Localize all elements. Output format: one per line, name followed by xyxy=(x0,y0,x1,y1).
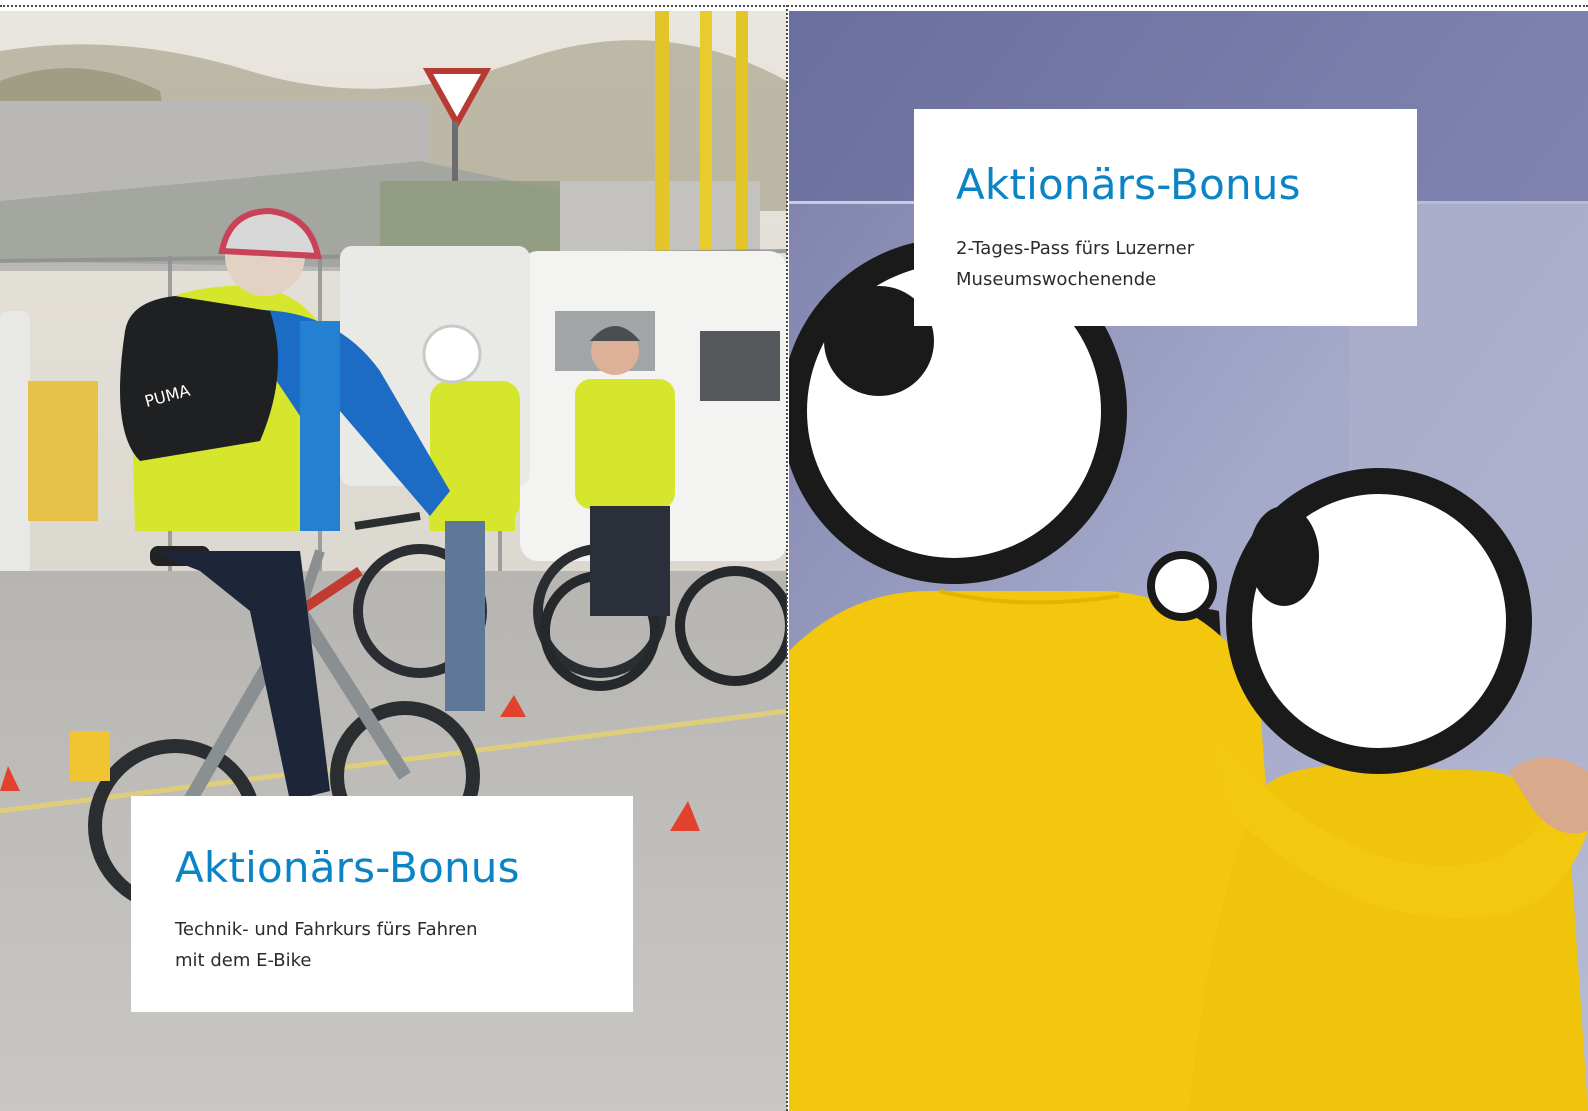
description-line-2: Museumswochenende xyxy=(956,269,1157,290)
card-description: Technik- und Fahrkurs fürs Fahren mit de… xyxy=(175,914,633,976)
description-line-1: Technik- und Fahrkurs fürs Fahren xyxy=(175,919,478,940)
dotted-divider xyxy=(786,5,788,1111)
shareholder-bonus-card-ebike[interactable]: Aktionärs-Bonus Technik- und Fahrkurs fü… xyxy=(131,796,633,1012)
card-description: 2-Tages-Pass fürs Luzerner Museumswochen… xyxy=(956,233,1417,295)
ebike-course-photo: PUMA Aktionärs-Bonus Technik- und Fahrku… xyxy=(0,11,787,1111)
description-line-1: 2-Tages-Pass fürs Luzerner xyxy=(956,238,1195,259)
shareholder-bonus-card-museum[interactable]: Aktionärs-Bonus 2-Tages-Pass fürs Luzern… xyxy=(914,109,1417,326)
card-title: Aktionärs-Bonus xyxy=(956,160,1301,209)
description-line-2: mit dem E-Bike xyxy=(175,950,312,971)
museum-weekend-photo: Aktionärs-Bonus 2-Tages-Pass fürs Luzern… xyxy=(789,11,1588,1111)
card-title: Aktionärs-Bonus xyxy=(175,843,520,892)
dotted-top-border xyxy=(0,5,1588,7)
